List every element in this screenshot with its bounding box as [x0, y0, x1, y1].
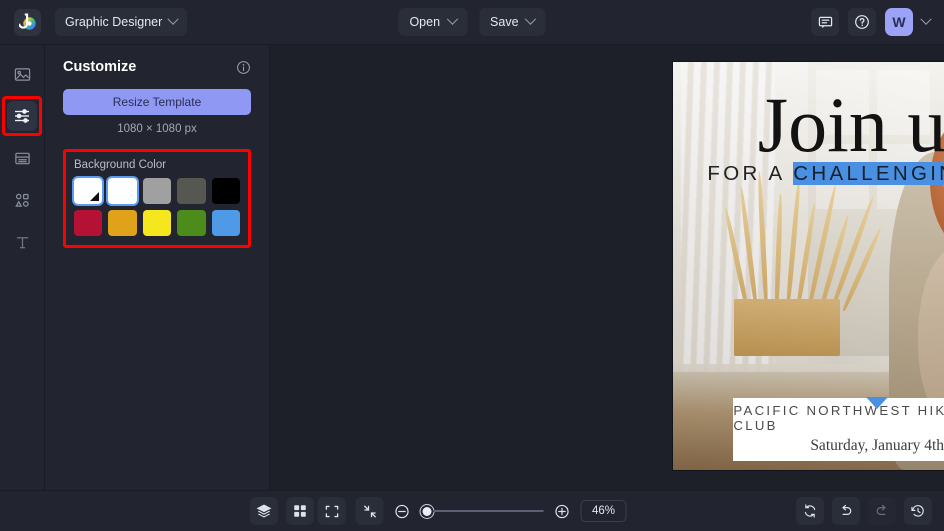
bedesign-logo[interactable] [14, 9, 41, 36]
sidebar-item-customize[interactable] [7, 101, 37, 131]
event-date-text: Saturday, January 4th [810, 437, 944, 455]
avatar[interactable]: W [885, 8, 913, 36]
redo-button[interactable] [868, 497, 896, 525]
swatch-yellow[interactable] [143, 210, 171, 236]
help-button[interactable] [848, 8, 876, 36]
resize-template-button[interactable]: Resize Template [63, 89, 251, 115]
open-button[interactable]: Open [398, 8, 467, 36]
chevron-down-icon [525, 14, 536, 25]
undo-button[interactable] [832, 497, 860, 525]
swatch-blue[interactable] [212, 210, 240, 236]
history-icon [910, 503, 926, 519]
comment-button[interactable] [811, 8, 839, 36]
redo-icon [874, 503, 890, 519]
subheadline-selected-text[interactable]: CHALLENGING [793, 162, 944, 185]
history-button[interactable] [904, 497, 932, 525]
chevron-down-icon [446, 14, 457, 25]
text-icon [14, 234, 31, 251]
sync-icon [802, 503, 818, 519]
bottom-toolbar: 46% [0, 490, 944, 531]
shapes-icon [14, 192, 31, 209]
main-body: Customize Resize Template 1080 × 1080 px… [0, 45, 944, 490]
swatch-gray[interactable] [143, 178, 171, 204]
sidebar-item-images[interactable] [7, 59, 37, 89]
club-name-text: PACIFIC NORTHWEST HIKING CLUB [733, 403, 944, 433]
save-label: Save [490, 15, 519, 29]
panel-header: Customize [63, 59, 251, 75]
swatch-black[interactable] [212, 178, 240, 204]
app-window: Graphic Designer Open Save [0, 0, 944, 531]
resize-template-label: Resize Template [113, 95, 202, 109]
fit-to-screen-icon [324, 504, 339, 519]
layout-icon [14, 150, 31, 167]
zoom-level-value: 46% [592, 505, 615, 517]
swatch-transparent[interactable] [74, 178, 102, 204]
sync-button[interactable] [796, 497, 824, 525]
canvas-stage[interactable]: Join us. FOR A CHALLENGING HIKE PACIFIC … [270, 45, 944, 490]
sliders-icon [13, 107, 31, 125]
swatch-crimson[interactable] [74, 210, 102, 236]
logo-glyph [19, 13, 37, 31]
page-title: Customize [63, 59, 136, 75]
fit-to-screen-button[interactable] [318, 497, 346, 525]
top-toolbar: Graphic Designer Open Save [0, 0, 944, 45]
background-color-swatches [74, 178, 240, 236]
swatch-orange[interactable] [108, 210, 136, 236]
sidebar-item-text[interactable] [7, 227, 37, 257]
undo-icon [838, 503, 854, 519]
sidebar-item-elements[interactable] [7, 185, 37, 215]
layers-button[interactable] [250, 497, 278, 525]
bottom-left-tools [250, 497, 314, 525]
subheadline-before: FOR A [707, 162, 793, 185]
chevron-down-icon [168, 14, 179, 25]
image-icon [14, 66, 31, 83]
zoom-slider-track[interactable] [434, 510, 544, 512]
headline-text[interactable]: Join us. [673, 86, 944, 164]
document-title-label: Graphic Designer [65, 15, 162, 29]
swatch-dark-gray[interactable] [177, 178, 205, 204]
template-dimensions: 1080 × 1080 px [63, 123, 251, 135]
document-title-dropdown[interactable]: Graphic Designer [55, 8, 187, 36]
zoom-controls: 46% [318, 497, 627, 525]
customize-panel: Customize Resize Template 1080 × 1080 px… [45, 45, 270, 490]
grid-button[interactable] [286, 497, 314, 525]
zoom-out-button[interactable] [394, 503, 411, 520]
info-icon[interactable] [236, 60, 251, 75]
help-circle-icon [854, 14, 870, 30]
swatch-white[interactable] [108, 178, 136, 204]
shrink-icon [362, 504, 377, 519]
sidebar-item-layouts[interactable] [7, 143, 37, 173]
zoom-in-button[interactable] [554, 503, 571, 520]
shrink-button[interactable] [356, 497, 384, 525]
background-color-group: Background Color [63, 149, 251, 248]
layers-icon [256, 503, 272, 519]
file-actions: Open Save [398, 8, 545, 36]
avatar-initial: W [892, 14, 905, 30]
save-button[interactable]: Save [479, 8, 546, 36]
swatch-green[interactable] [177, 210, 205, 236]
event-info-card[interactable]: PACIFIC NORTHWEST HIKING CLUB Saturday, … [733, 398, 944, 461]
zoom-slider-knob[interactable] [421, 505, 434, 518]
account-chevron-down-icon[interactable] [920, 14, 931, 25]
subheadline-text[interactable]: FOR A CHALLENGING HIKE [673, 162, 944, 186]
account-actions: W [811, 8, 934, 36]
history-controls [796, 497, 932, 525]
background-color-label: Background Color [74, 159, 240, 171]
open-label: Open [409, 15, 440, 29]
design-canvas[interactable]: Join us. FOR A CHALLENGING HIKE PACIFIC … [673, 62, 944, 470]
comment-icon [818, 15, 833, 30]
selection-triangle-marker [866, 397, 888, 409]
zoom-level-input[interactable]: 46% [581, 500, 627, 522]
left-rail [0, 45, 45, 490]
grid-icon [292, 503, 308, 519]
zoom-slider[interactable] [421, 505, 544, 518]
